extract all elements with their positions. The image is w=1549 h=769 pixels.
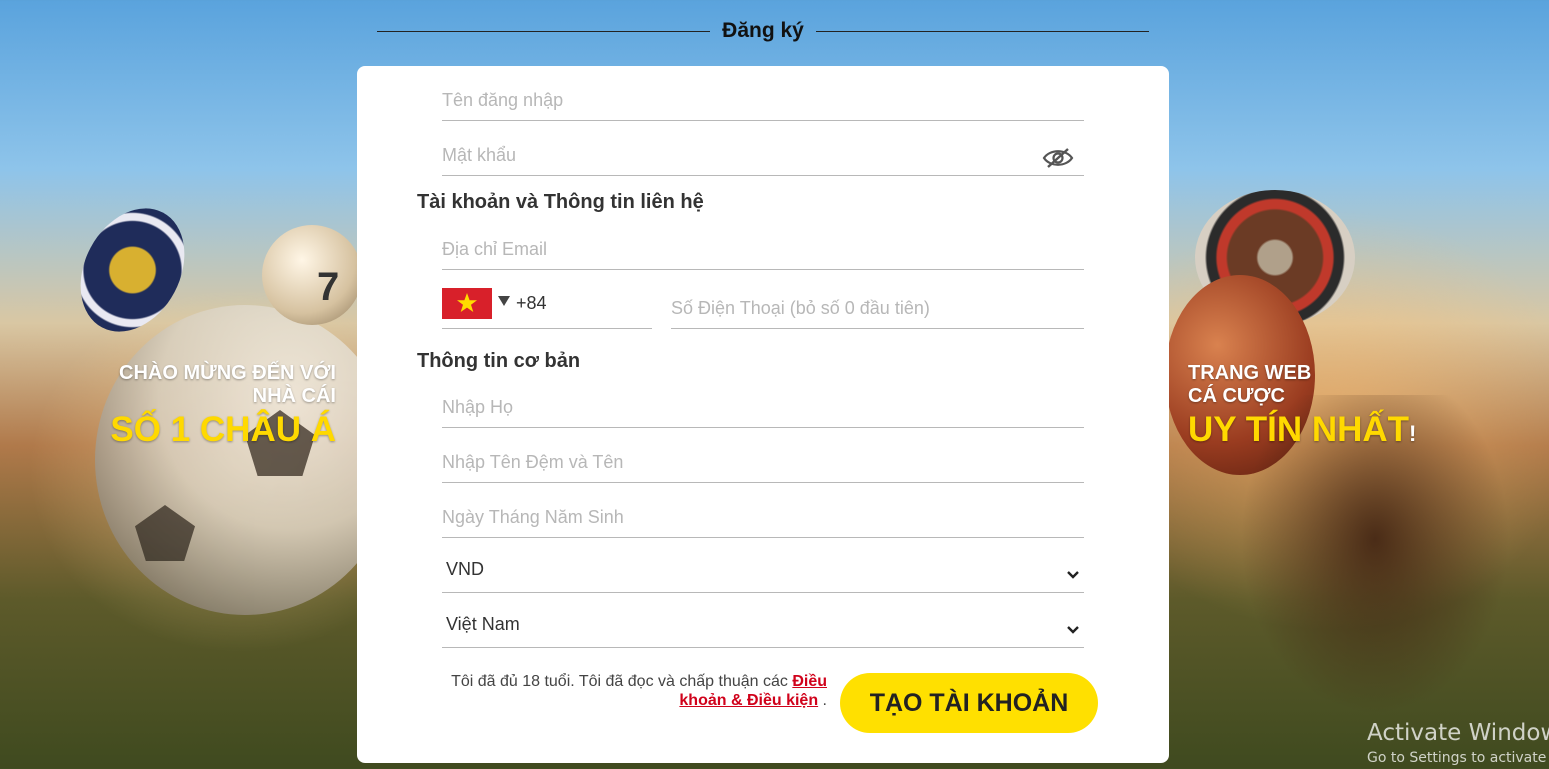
birthdate-input[interactable]	[442, 483, 1084, 537]
caret-down-icon	[498, 296, 510, 306]
country-value: Việt Nam	[446, 614, 520, 634]
chevron-down-icon	[1067, 626, 1079, 634]
birthdate-field	[442, 483, 1084, 538]
promo-right: TRANG WEB CÁ CƯỢC UY TÍN NHẤT!	[1188, 362, 1508, 452]
header-rule-left	[377, 30, 711, 32]
phone-field	[671, 274, 1084, 329]
register-form-card: Tài khoản và Thông tin liên hệ +84 Thông…	[357, 66, 1169, 763]
terms-end: .	[818, 692, 827, 709]
promo-right-line1: TRANG WEB	[1188, 362, 1312, 384]
page-title: Đăng ký	[722, 19, 804, 42]
phone-country-select[interactable]: +84	[442, 278, 652, 329]
promo-right-highlight: UY TÍN NHẤT	[1188, 410, 1410, 449]
password-input[interactable]	[442, 121, 1084, 175]
phone-input[interactable]	[671, 274, 1084, 328]
watermark-line1: Activate Windows	[1367, 720, 1549, 746]
pool-ball-number: 7	[317, 265, 340, 309]
email-input[interactable]	[442, 215, 1084, 269]
last-name-input[interactable]	[442, 373, 1084, 427]
terms-text: Tôi đã đủ 18 tuổi. Tôi đã đọc và chấp th…	[451, 673, 793, 690]
promo-left-highlight: SỐ 1 CHÂU Á	[110, 410, 336, 449]
terms-statement: Tôi đã đủ 18 tuổi. Tôi đã đọc và chấp th…	[417, 672, 827, 710]
promo-left-line2: NHÀ CÁI	[252, 385, 336, 407]
flag-star-icon	[457, 293, 477, 312]
phone-country-code: +84	[516, 292, 547, 313]
vietnam-flag-icon	[442, 287, 492, 319]
username-input[interactable]	[442, 66, 1084, 120]
soccer-ball-graphic	[95, 305, 395, 615]
create-account-button[interactable]: TẠO TÀI KHOẢN	[840, 673, 1098, 733]
promo-left-line1: CHÀO MỪNG ĐẾN VỚI	[119, 362, 336, 384]
eye-slash-icon[interactable]	[1042, 146, 1074, 170]
promo-right-line2: CÁ CƯỢC	[1188, 385, 1285, 407]
password-field	[442, 121, 1084, 176]
promo-left: CHÀO MỪNG ĐẾN VỚI NHÀ CÁI SỐ 1 CHÂU Á	[60, 362, 336, 452]
last-name-field	[442, 373, 1084, 428]
header-rule-right	[815, 30, 1150, 32]
first-name-field	[442, 428, 1084, 483]
watermark-line2: Go to Settings to activate Windows.	[1367, 750, 1549, 766]
section-basic-title: Thông tin cơ bản	[417, 350, 581, 372]
section-contact-title: Tài khoản và Thông tin liên hệ	[417, 191, 704, 213]
country-select[interactable]: Việt Nam	[442, 593, 1084, 648]
email-field	[442, 215, 1084, 270]
chevron-down-icon	[1067, 571, 1079, 579]
currency-value: VND	[446, 559, 485, 579]
currency-select[interactable]: VND	[442, 538, 1084, 593]
windows-activation-watermark: Activate Windows Go to Settings to activ…	[1367, 718, 1549, 768]
promo-right-suffix: !	[1409, 421, 1417, 446]
username-field	[442, 66, 1084, 121]
pool-ball-graphic: 7	[262, 225, 362, 325]
page-header: Đăng ký	[377, 16, 1150, 46]
first-name-input[interactable]	[442, 428, 1084, 482]
